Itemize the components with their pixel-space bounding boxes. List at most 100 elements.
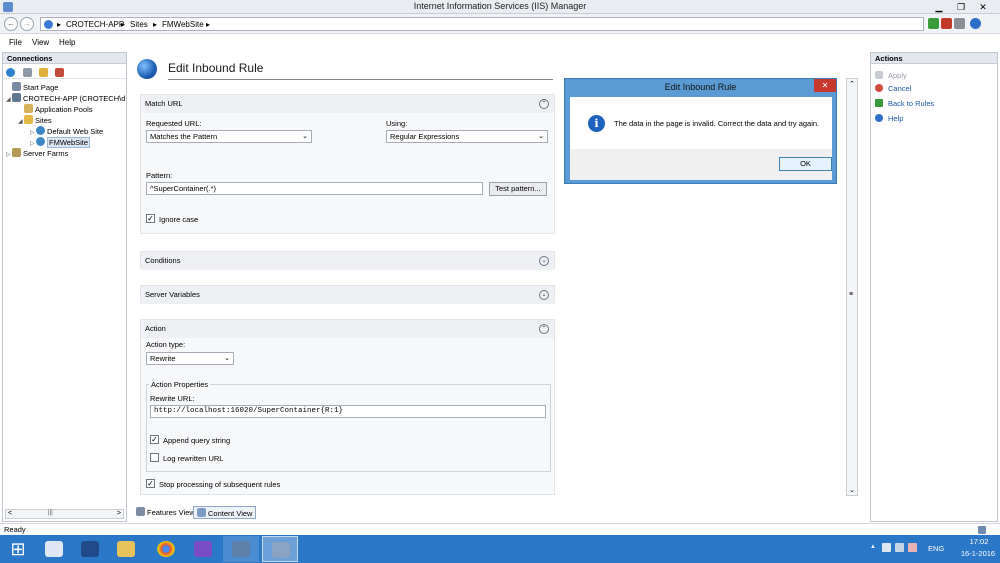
scroll-down-icon[interactable]: ⌄ [849, 486, 855, 494]
back-button[interactable]: ← [4, 17, 18, 31]
taskbar-visual-studio[interactable] [185, 536, 221, 562]
taskbar-iis-manager[interactable] [262, 536, 298, 562]
scroll-right-icon[interactable]: > [117, 510, 121, 517]
expand-icon[interactable]: ⌄ [539, 290, 549, 300]
apply-icon [875, 71, 883, 79]
server-icon [12, 93, 21, 102]
expand-icon[interactable]: ⌄ [539, 256, 549, 266]
ok-button[interactable]: OK [779, 157, 832, 171]
server-farms-icon [12, 148, 21, 157]
folder-icon[interactable] [39, 68, 48, 77]
match-url-header[interactable]: Match URL ⌃ [141, 95, 554, 113]
action-center-icon[interactable] [882, 543, 891, 552]
menu-help[interactable]: Help [59, 38, 75, 47]
stop-icon[interactable] [941, 18, 952, 29]
menu-view[interactable]: View [32, 38, 49, 47]
test-pattern-button[interactable]: Test pattern... [489, 182, 547, 196]
tree-item-fmwebsite[interactable]: ▷ FMWebSite [30, 137, 91, 148]
help-icon[interactable] [970, 18, 981, 29]
tree-item-server[interactable]: ◢ CROTECH-APP (CROTECH\d [6, 93, 125, 103]
maximize-button[interactable]: ❐ [952, 1, 970, 13]
tab-features-view[interactable]: Features View [133, 506, 198, 519]
disconnect-icon[interactable] [55, 68, 64, 77]
chrome-icon [157, 541, 175, 557]
connections-horizontal-scrollbar[interactable]: < ||| > [5, 509, 124, 519]
taskbar-remote-desktop[interactable] [223, 536, 259, 562]
main-vertical-scrollbar[interactable]: ⌃ ≡ ⌄ [846, 78, 858, 496]
breadcrumb-sites[interactable]: Sites [130, 20, 148, 29]
log-rewritten-url-checkbox[interactable] [150, 453, 159, 462]
rewrite-url-input[interactable]: http://localhost:16020/SuperContainer{R:… [150, 405, 546, 418]
scroll-thumb[interactable]: ||| [48, 510, 53, 516]
scroll-left-icon[interactable]: < [8, 510, 12, 517]
powershell-icon [81, 541, 99, 557]
requested-url-select[interactable]: Matches the Pattern ⌄ [146, 130, 312, 143]
page-title: Edit Inbound Rule [168, 61, 264, 75]
connections-header: Connections [3, 53, 126, 64]
title-bar: Internet Information Services (IIS) Mana… [0, 0, 1000, 14]
scroll-thumb[interactable]: ≡ [849, 291, 853, 298]
match-url-section: Match URL ⌃ Requested URL: Matches the P… [140, 94, 555, 234]
network-icon[interactable] [895, 543, 904, 552]
collapse-icon[interactable]: ⌃ [539, 324, 549, 334]
input-language[interactable]: ENG [928, 544, 944, 553]
action-apply[interactable]: Apply [875, 71, 907, 80]
home-icon[interactable] [954, 18, 965, 29]
volume-muted-icon[interactable] [908, 543, 917, 552]
close-window-button[interactable]: ✕ [974, 1, 992, 13]
tree-item-sites[interactable]: ◢ Sites [18, 115, 52, 125]
taskbar-chrome[interactable] [148, 536, 184, 562]
breadcrumb-server[interactable]: CROTECH-APP [66, 20, 124, 29]
tree-item-start-page[interactable]: Start Page [6, 82, 58, 92]
info-icon: i [588, 115, 605, 132]
conditions-section[interactable]: Conditions ⌄ [140, 251, 555, 270]
chevron-down-icon: ⌄ [224, 355, 230, 362]
action-back-to-rules[interactable]: Back to Rules [875, 99, 934, 108]
server-variables-header[interactable]: Server Variables ⌄ [141, 286, 554, 304]
stop-processing-checkbox[interactable]: ✓ [146, 479, 155, 488]
connections-toolbar [3, 65, 126, 79]
ignore-case-checkbox[interactable]: ✓ [146, 214, 155, 223]
taskbar-file-explorer[interactable] [36, 536, 72, 562]
stop-processing-label: Stop processing of subsequent rules [159, 480, 281, 489]
tab-content-view[interactable]: Content View [193, 506, 257, 519]
show-hidden-icons[interactable]: ▲ [870, 544, 876, 550]
address-breadcrumb[interactable]: ▸ CROTECH-APP ▸ Sites ▸ FMWebSite ▸ [40, 17, 924, 31]
clock-date[interactable]: 16-1-2016 [958, 549, 998, 558]
breadcrumb-fmwebsite[interactable]: FMWebSite [162, 20, 204, 29]
taskbar-folder[interactable] [108, 536, 144, 562]
save-icon[interactable] [23, 68, 32, 77]
server-variables-section[interactable]: Server Variables ⌄ [140, 285, 555, 304]
clock-time[interactable]: 17:02 [962, 537, 996, 546]
action-type-select[interactable]: Rewrite ⌄ [146, 352, 234, 365]
application-pools-icon [24, 104, 33, 113]
menu-file[interactable]: File [9, 38, 22, 47]
tree-item-application-pools[interactable]: Application Pools [18, 104, 93, 114]
start-button[interactable]: ⊞ [0, 536, 36, 562]
append-query-string-checkbox[interactable]: ✓ [150, 435, 159, 444]
action-section: Action ⌃ Action type: Rewrite ⌄ Action Pr… [140, 319, 555, 495]
refresh-icon[interactable] [928, 18, 939, 29]
action-header[interactable]: Action ⌃ [141, 320, 554, 338]
cancel-icon [875, 84, 883, 92]
network-status-icon [978, 526, 986, 534]
action-help[interactable]: Help [875, 114, 903, 123]
globe-icon [44, 20, 53, 29]
connect-icon[interactable] [6, 68, 15, 77]
tree-item-server-farms[interactable]: ▷ Server Farms [6, 148, 68, 158]
pattern-input[interactable]: ^SuperContainer(.*) [146, 182, 483, 195]
action-cancel[interactable]: Cancel [875, 84, 911, 93]
collapse-icon[interactable]: ⌃ [539, 99, 549, 109]
dialog-close-button[interactable]: ✕ [814, 79, 836, 92]
globe-icon [137, 59, 157, 79]
using-select[interactable]: Regular Expressions ⌄ [386, 130, 548, 143]
minimize-button[interactable]: ▁ [930, 1, 948, 13]
forward-button[interactable]: → [20, 17, 34, 31]
tree-item-default-web-site[interactable]: ▷ Default Web Site [30, 126, 103, 136]
taskbar-powershell[interactable] [72, 536, 108, 562]
scroll-up-icon[interactable]: ⌃ [849, 80, 855, 88]
conditions-header[interactable]: Conditions ⌄ [141, 252, 554, 270]
pattern-label: Pattern: [146, 171, 173, 180]
content-view-icon [197, 508, 206, 517]
help-icon [875, 114, 883, 122]
